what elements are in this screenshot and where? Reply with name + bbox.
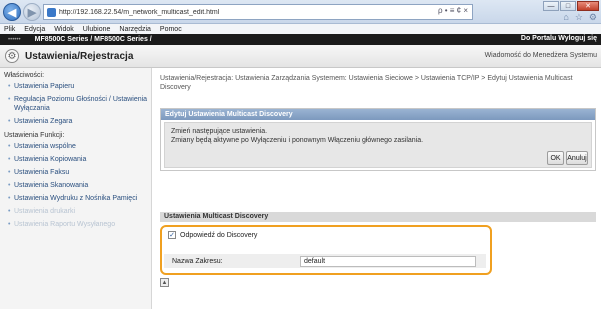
sidebar: Właściwości: • Ustawienia Papieru • Regula… xyxy=(0,68,152,309)
breadcrumb: Ustawienia/Rejestracja: Ustawienia Zarzą… xyxy=(160,75,573,91)
cancel-button[interactable]: Anuluj xyxy=(566,151,588,165)
sidebar-item-fax[interactable]: • Ustawienia Faksu xyxy=(0,166,151,179)
forward-button[interactable]: ▶ xyxy=(23,3,41,21)
browser-tool-icons: ⌂ ☆ ⚙ xyxy=(563,12,597,23)
settings-icon: ⚙ xyxy=(5,49,19,63)
page-header: ⚙ Ustawienia/Rejestracja Wiadomość do Me… xyxy=(0,45,601,68)
home-icon[interactable]: ⌂ xyxy=(563,12,568,23)
sidebar-section-title: Ustawienia Funkcji: xyxy=(4,132,65,139)
menu-edit[interactable]: Edycja xyxy=(24,26,45,33)
device-name: •••••• xyxy=(8,36,21,43)
device-series: MF8500C Series / MF8500C Series / xyxy=(34,36,152,43)
scope-name-input[interactable]: default xyxy=(300,255,476,267)
favorites-icon[interactable]: ☆ xyxy=(575,12,583,23)
address-bar[interactable]: http://192.168.22.54/m_network_multicast… xyxy=(43,4,473,20)
settings-section-title: Ustawienia Multicast Discovery xyxy=(160,212,596,222)
menu-tools[interactable]: Narzędzia xyxy=(119,26,151,33)
minimize-icon[interactable]: — xyxy=(543,1,559,11)
window-controls: — □ ✕ xyxy=(543,1,599,11)
scroll-top-icon[interactable]: ▲ xyxy=(160,278,169,287)
address-tools[interactable]: ρ • ≡ ¢ × xyxy=(438,6,468,15)
portal-logout-links[interactable]: Do Portalu Wyloguj się xyxy=(521,35,597,42)
scope-name-label: Nazwa Zakresu: xyxy=(172,257,223,265)
sidebar-item-scan[interactable]: • Ustawienia Skanowania xyxy=(0,179,151,192)
menu-help[interactable]: Pomoc xyxy=(160,26,182,33)
main-content: Ustawienia/Rejestracja: Ustawienia Zarzą… xyxy=(160,68,601,309)
browser-titlebar: ◀ ▶ http://192.168.22.54/m_network_multi… xyxy=(0,0,601,24)
sidebar-item-copy[interactable]: • Ustawienia Kopiowania xyxy=(0,153,151,166)
sidebar-item-report[interactable]: • Ustawienia Raportu Wysyłanego xyxy=(0,218,151,231)
restart-note: Zmiany będą aktywne po Wyłączeniu i pono… xyxy=(171,137,424,144)
edit-panel: Edytuj Ustawienia Multicast Discovery Zm… xyxy=(160,108,596,171)
settings-gear-icon[interactable]: ⚙ xyxy=(589,12,597,23)
device-bar: •••••• MF8500C Series / MF8500C Series /… xyxy=(0,34,601,45)
edit-panel-title: Edytuj Ustawienia Multicast Discovery xyxy=(161,109,595,120)
menu-file[interactable]: Plik xyxy=(4,26,15,33)
close-icon[interactable]: ✕ xyxy=(577,1,599,11)
admin-message-link[interactable]: Wiadomość do Menedżera Systemu xyxy=(485,52,597,59)
url-text: http://192.168.22.54/m_network_multicast… xyxy=(59,8,220,16)
sidebar-item-clock[interactable]: • Ustawienia Zegara xyxy=(0,115,151,128)
sidebar-item-memory-print[interactable]: • Ustawienia Wydruku z Nośnika Pamięci xyxy=(0,192,151,205)
sidebar-item-printer[interactable]: • Ustawienia drukarki xyxy=(0,205,151,218)
edit-panel-body: Zmień następujące ustawienia. Zmiany będ… xyxy=(164,122,592,168)
menu-view[interactable]: Widok xyxy=(54,26,73,33)
menu-favorites[interactable]: Ulubione xyxy=(83,26,111,33)
back-button[interactable]: ◀ xyxy=(3,3,21,21)
favicon-icon xyxy=(47,7,56,17)
respond-discovery-row: ✓ Odpowiedź do Discovery xyxy=(168,231,257,239)
menu-bar: Plik Edycja Widok Ulubione Narzędzia Pom… xyxy=(0,24,601,34)
scope-name-row: Nazwa Zakresu: default xyxy=(164,254,486,268)
instruction-text: Zmień następujące ustawienia. xyxy=(171,128,268,135)
page-title: Ustawienia/Rejestracja xyxy=(25,50,134,62)
sidebar-item-volume[interactable]: • Regulacja Poziomu Głośności / Ustawieni… xyxy=(0,93,151,115)
sidebar-item-paper[interactable]: • Ustawienia Papieru xyxy=(0,80,151,93)
ok-button[interactable]: OK xyxy=(547,151,564,165)
respond-discovery-label: Odpowiedź do Discovery xyxy=(180,231,258,239)
maximize-icon[interactable]: □ xyxy=(560,1,576,11)
respond-discovery-checkbox[interactable]: ✓ xyxy=(168,231,176,239)
sidebar-item-common[interactable]: • Ustawienia wspólne xyxy=(0,140,151,153)
sidebar-section-title: Właściwości: xyxy=(4,72,45,79)
